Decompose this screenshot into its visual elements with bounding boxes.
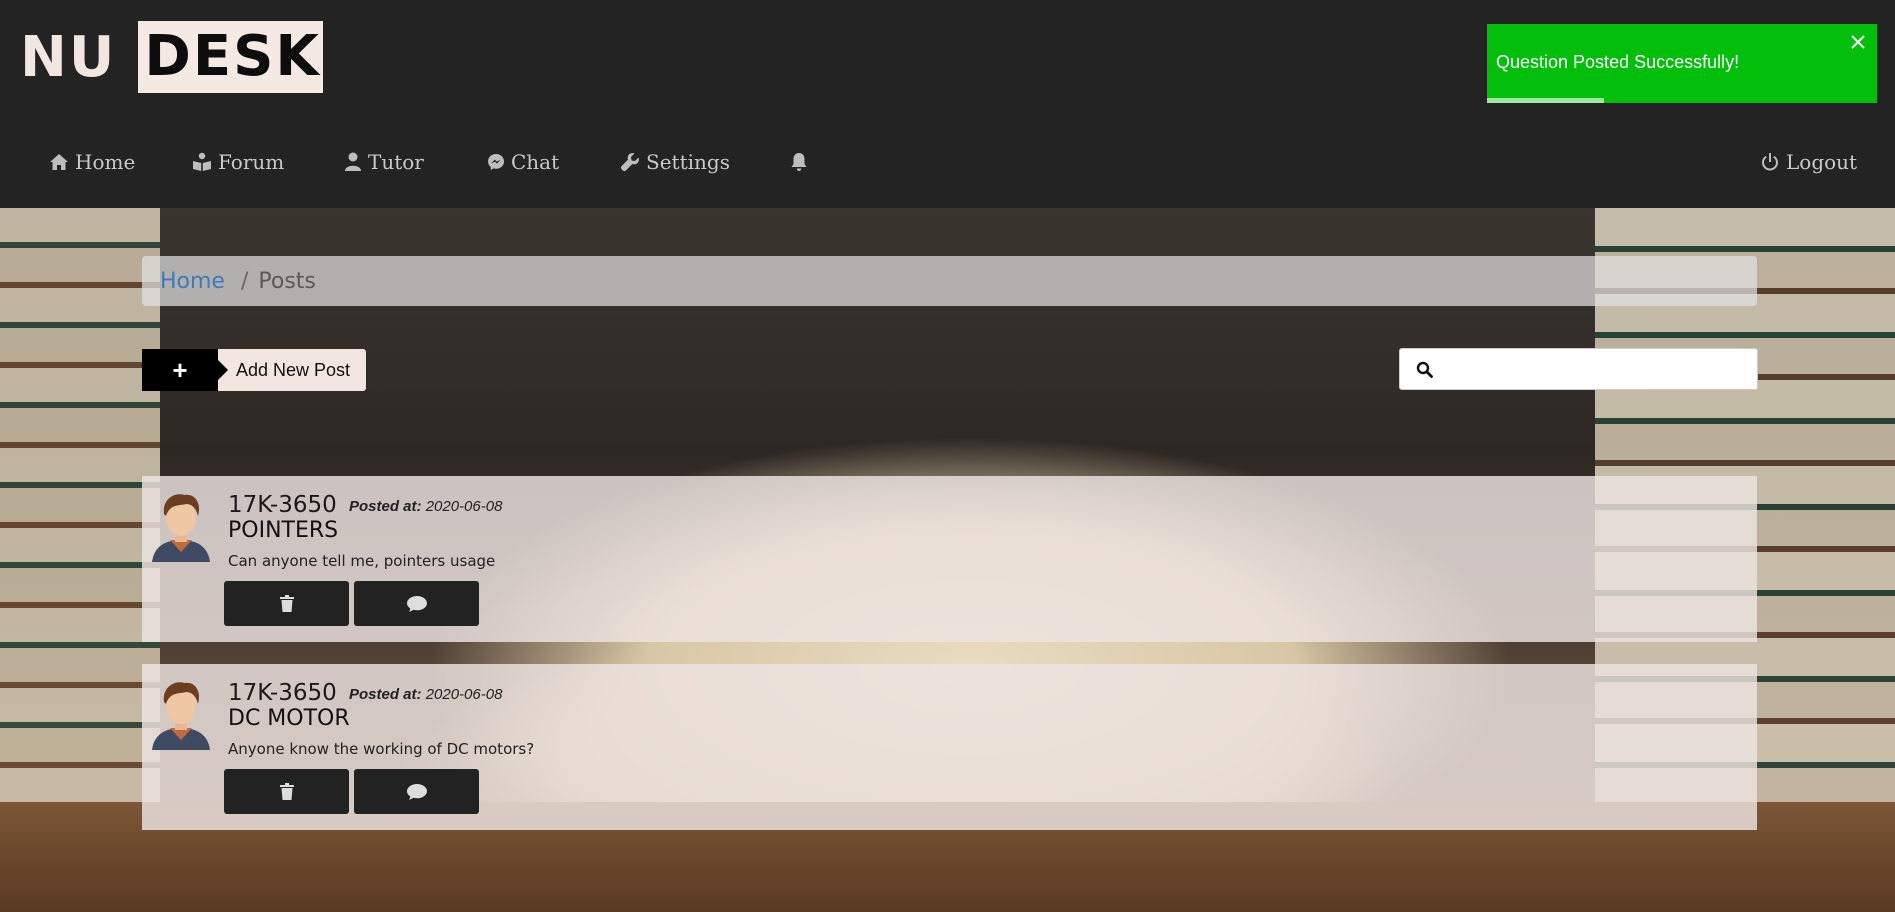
- breadcrumb-separator: /: [240, 268, 249, 294]
- delete-post-button[interactable]: [224, 769, 349, 814]
- navbar: Home Forum Tutor Chat Settings Logout: [0, 114, 1895, 208]
- success-toast: Question Posted Successfully!: [1487, 24, 1877, 103]
- nav-logout[interactable]: Logout: [1760, 148, 1857, 176]
- nav-settings[interactable]: Settings: [620, 148, 730, 176]
- trash-icon: [279, 595, 294, 612]
- search-box[interactable]: [1399, 348, 1758, 390]
- user-icon: [345, 152, 361, 171]
- breadcrumb: Home / Posts: [142, 256, 1757, 306]
- toast-message: Question Posted Successfully!: [1496, 52, 1740, 72]
- post-author: 17K-3650: [228, 492, 337, 518]
- messenger-icon: [488, 154, 504, 170]
- post-title: POINTERS: [228, 518, 339, 543]
- logo-desk: DESK: [138, 21, 323, 93]
- avatar: [152, 494, 210, 562]
- post-body: Anyone know the working of DC motors?: [228, 740, 535, 758]
- add-new-post-button[interactable]: + Add New Post: [142, 349, 367, 391]
- post-date: Posted at: 2020-06-08: [349, 686, 502, 703]
- close-icon[interactable]: [1850, 34, 1866, 50]
- nav-notifications[interactable]: [790, 148, 808, 176]
- search-icon: [1416, 361, 1433, 378]
- home-icon: [50, 154, 68, 170]
- post-author: 17K-3650: [228, 680, 337, 706]
- delete-post-button[interactable]: [224, 581, 349, 626]
- power-icon: [1762, 153, 1778, 171]
- wrench-icon: [620, 153, 639, 172]
- nav-home[interactable]: Home: [49, 148, 135, 176]
- nav-forum[interactable]: Forum: [192, 148, 284, 176]
- add-new-post-label: Add New Post: [218, 349, 367, 391]
- post-card: 17K-3650 Posted at: 2020-06-08 POINTERS …: [142, 476, 1757, 642]
- posted-at-label: Posted at:: [349, 686, 422, 703]
- toast-progress-bar: [1487, 98, 1604, 103]
- posted-at-value: 2020-06-08: [425, 498, 503, 515]
- logo-nu: NU: [20, 24, 117, 90]
- comment-icon: [406, 783, 427, 800]
- comment-post-button[interactable]: [354, 769, 479, 814]
- post-body: Can anyone tell me, pointers usage: [228, 552, 496, 570]
- post-date: Posted at: 2020-06-08: [349, 498, 502, 515]
- nav-tutor-label: Tutor: [368, 150, 424, 174]
- post-card: 17K-3650 Posted at: 2020-06-08 DC MOTOR …: [142, 664, 1757, 830]
- avatar: [152, 682, 210, 750]
- posted-at-value: 2020-06-08: [425, 686, 503, 703]
- comment-icon: [406, 595, 427, 612]
- book-reader-icon: [193, 152, 211, 171]
- nav-forum-label: Forum: [218, 150, 285, 174]
- posted-at-label: Posted at:: [349, 498, 422, 515]
- bell-icon: [791, 153, 807, 171]
- nav-chat[interactable]: Chat: [487, 148, 559, 176]
- nav-chat-label: Chat: [511, 150, 560, 174]
- post-title: DC MOTOR: [228, 706, 350, 731]
- plus-icon: +: [142, 349, 228, 391]
- breadcrumb-home[interactable]: Home: [160, 269, 225, 294]
- breadcrumb-current: Posts: [258, 268, 316, 294]
- nav-logout-label: Logout: [1786, 150, 1858, 174]
- logo[interactable]: NU DESK: [20, 21, 323, 93]
- nav-tutor[interactable]: Tutor: [344, 148, 424, 176]
- comment-post-button[interactable]: [354, 581, 479, 626]
- trash-icon: [279, 783, 294, 800]
- search-input[interactable]: [1444, 355, 1744, 383]
- toast-progress-track: [1487, 98, 1877, 103]
- nav-home-label: Home: [75, 150, 136, 174]
- nav-settings-label: Settings: [646, 150, 730, 174]
